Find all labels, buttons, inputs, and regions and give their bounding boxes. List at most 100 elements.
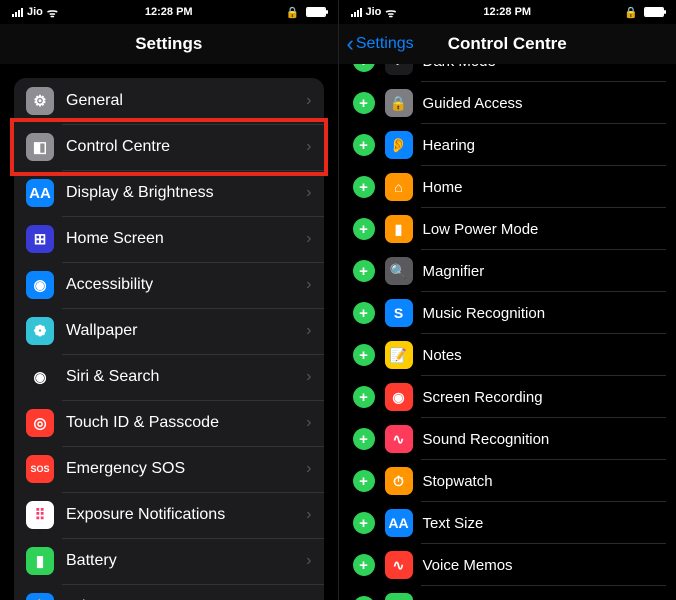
add-button[interactable]: + [353, 134, 375, 156]
exposure-icon: ⠿ [26, 501, 54, 529]
wallet-icon: ▭ [385, 593, 413, 600]
row-label: Control Centre [66, 138, 306, 156]
signal-icon [351, 8, 362, 17]
settings-row-general[interactable]: ⚙︎ General› [14, 78, 324, 124]
touchid-icon: ◎ [26, 409, 54, 437]
row-label: Battery [66, 552, 306, 570]
cc-row-music-recognition[interactable]: + S Music Recognition [349, 292, 667, 334]
cc-row-low-power[interactable]: + ▮ Low Power Mode [349, 208, 667, 250]
settings-row-touchid[interactable]: ◎Touch ID & Passcode› [14, 400, 324, 446]
cc-row-notes[interactable]: +📝Notes [349, 334, 667, 376]
general-icon: ⚙︎ [26, 87, 54, 115]
add-button[interactable]: + [353, 64, 375, 72]
clock: 12:28 PM [483, 6, 531, 18]
add-button[interactable]: + [353, 176, 375, 198]
cc-row-wallet[interactable]: +▭Wallet [349, 586, 667, 600]
cc-row-stopwatch[interactable]: +⏱Stopwatch [349, 460, 667, 502]
notes-icon: 📝 [385, 341, 413, 369]
settings-row-control-centre[interactable]: ◧Control Centre› [14, 124, 324, 170]
nav-bar: ‹ Settings Control Centre [339, 24, 676, 64]
cc-label: Voice Memos [423, 557, 513, 574]
settings-row-sos[interactable]: SOSEmergency SOS› [14, 446, 324, 492]
text-size-icon: AA [385, 509, 413, 537]
cc-label: Dark Mode [423, 64, 496, 70]
chevron-right-icon: › [306, 552, 311, 570]
music-recognition-icon: S [385, 299, 413, 327]
cc-row-guided-access[interactable]: +🔒Guided Access [349, 82, 667, 124]
cc-label: Music Recognition [423, 305, 546, 322]
cc-row-home[interactable]: +⌂Home [349, 166, 667, 208]
settings-row-privacy[interactable]: ✋Privacy› [14, 584, 324, 600]
page-title: Settings [135, 34, 202, 54]
back-label: Settings [356, 35, 414, 53]
phone-control-centre: Jio ᯤ 12:28 PM 🔒 ‹ Settings Control Cent… [339, 0, 676, 600]
add-button[interactable]: + [353, 218, 375, 240]
dark-mode-icon: ◐ [385, 64, 413, 75]
status-right: 🔒 [286, 6, 326, 19]
settings-row-exposure[interactable]: ⠿Exposure Notifications› [14, 492, 324, 538]
add-button[interactable]: + [353, 470, 375, 492]
control-centre-icon: ◧ [26, 133, 54, 161]
row-label: Wallpaper [66, 322, 306, 340]
magnifier-icon: 🔍 [385, 257, 413, 285]
settings-row-accessibility[interactable]: ◉Accessibility› [14, 262, 324, 308]
plus-icon: + [359, 474, 368, 489]
stopwatch-icon: ⏱ [385, 467, 413, 495]
cc-row-dark-mode[interactable]: + ◐ Dark Mode [349, 64, 667, 82]
add-button[interactable]: + [353, 596, 375, 600]
settings-row-display[interactable]: AADisplay & Brightness› [14, 170, 324, 216]
back-button[interactable]: ‹ Settings [347, 31, 414, 57]
carrier-label: Jio [366, 6, 382, 18]
settings-row-wallpaper[interactable]: ❁Wallpaper› [14, 308, 324, 354]
cc-label: Sound Recognition [423, 431, 550, 448]
status-left: Jio ᯤ [351, 4, 397, 21]
chevron-right-icon: › [306, 506, 311, 524]
add-button[interactable]: + [353, 554, 375, 576]
row-label: General [66, 92, 306, 110]
phone-settings: Jio ᯤ 12:28 PM 🔒 Settings ⚙︎General›◧Con… [0, 0, 339, 600]
add-button[interactable]: + [353, 302, 375, 324]
signal-icon [12, 8, 23, 17]
chevron-right-icon: › [306, 368, 311, 386]
settings-row-battery[interactable]: ▮Battery› [14, 538, 324, 584]
cc-row-text-size[interactable]: + AA Text Size [349, 502, 667, 544]
add-button[interactable]: + [353, 428, 375, 450]
chevron-right-icon: › [306, 184, 311, 202]
voice-memos-icon: ∿ [385, 551, 413, 579]
settings-row-siri[interactable]: ◉Siri & Search› [14, 354, 324, 400]
add-button[interactable]: + [353, 344, 375, 366]
row-label: Display & Brightness [66, 184, 306, 202]
plus-icon: + [359, 516, 368, 531]
chevron-left-icon: ‹ [347, 31, 354, 57]
cc-row-voice-memos[interactable]: + ∿ Voice Memos [349, 544, 667, 586]
settings-list: ⚙︎General›◧Control Centre›AADisplay & Br… [0, 64, 338, 600]
add-button[interactable]: + [353, 512, 375, 534]
status-bar: Jio ᯤ 12:28 PM 🔒 [0, 0, 338, 24]
settings-row-home-screen[interactable]: ⊞Home Screen› [14, 216, 324, 262]
cc-label: Low Power Mode [423, 221, 539, 238]
cc-row-magnifier[interactable]: +🔍Magnifier [349, 250, 667, 292]
settings-group: ⚙︎General›◧Control Centre›AADisplay & Br… [14, 78, 324, 600]
add-button[interactable]: + [353, 260, 375, 282]
add-button[interactable]: + [353, 92, 375, 114]
plus-icon: + [359, 264, 368, 279]
cc-row-screen-recording[interactable]: +◉Screen Recording [349, 376, 667, 418]
plus-icon: + [359, 222, 368, 237]
battery-icon [306, 7, 326, 17]
home-screen-icon: ⊞ [26, 225, 54, 253]
low-power-icon: ▮ [385, 215, 413, 243]
control-centre-more-controls: + ◐ Dark Mode +🔒Guided Access+👂Hearing+⌂Hom… [339, 64, 676, 600]
cc-label: Text Size [423, 515, 484, 532]
chevron-right-icon: › [306, 460, 311, 478]
chevron-right-icon: › [306, 276, 311, 294]
row-label: Touch ID & Passcode [66, 414, 306, 432]
cc-row-hearing[interactable]: +👂Hearing [349, 124, 667, 166]
privacy-icon: ✋ [26, 593, 54, 600]
plus-icon: + [359, 306, 368, 321]
cc-row-sound-recognition[interactable]: +∿Sound Recognition [349, 418, 667, 460]
row-label: Emergency SOS [66, 460, 306, 478]
plus-icon: + [359, 432, 368, 447]
chevron-right-icon: › [306, 92, 311, 110]
add-button[interactable]: + [353, 386, 375, 408]
wifi-icon: ᯤ [47, 4, 58, 21]
